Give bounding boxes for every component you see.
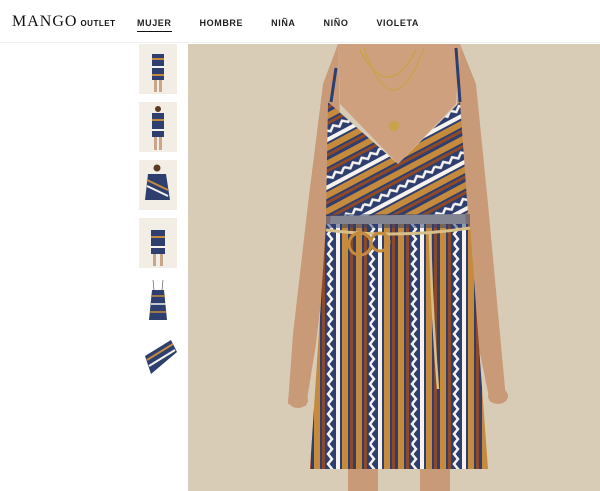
- brand-logo[interactable]: MANGO OUTLET: [12, 13, 115, 31]
- thumbnail-front[interactable]: [139, 44, 177, 94]
- nav-item-nino[interactable]: NIÑO: [324, 18, 349, 32]
- thumbnail-fabric[interactable]: [139, 334, 177, 384]
- nav-item-hombre[interactable]: HOMBRE: [200, 18, 244, 32]
- main-product-photo[interactable]: [188, 44, 600, 491]
- thumbnail-back[interactable]: [139, 102, 177, 152]
- thumbnail-side[interactable]: [139, 160, 177, 210]
- brand-name: MANGO: [12, 13, 78, 30]
- brand-sub: OUTLET: [80, 19, 116, 28]
- thumbnail-flat[interactable]: [139, 276, 177, 326]
- top-navigation-bar: MANGO OUTLET MUJER HOMBRE NIÑA NIÑO VIOL…: [0, 0, 600, 43]
- thumbnail-gallery: [139, 44, 177, 392]
- nav-item-mujer[interactable]: MUJER: [137, 18, 172, 32]
- thumbnail-detail[interactable]: [139, 218, 177, 268]
- nav-item-nina[interactable]: NIÑA: [271, 18, 295, 32]
- nav-item-violeta[interactable]: VIOLETA: [376, 18, 419, 32]
- main-nav: MUJER HOMBRE NIÑA NIÑO VIOLETA: [137, 18, 447, 32]
